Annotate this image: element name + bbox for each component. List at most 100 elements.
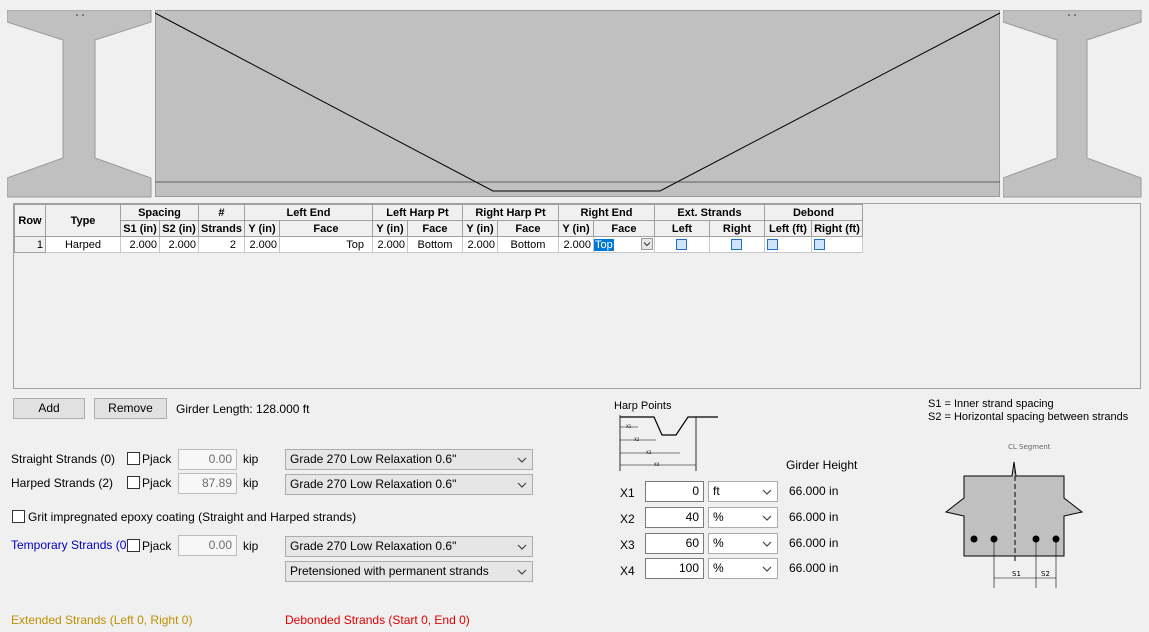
col-debond-left: Left (ft)	[763, 220, 812, 237]
col-right-harp-face: Face	[496, 220, 559, 237]
x4-girder-height: 66.000 in	[789, 561, 839, 575]
grit-epoxy-label: Grit impregnated epoxy coating (Straight…	[28, 510, 357, 524]
straight-strands-label: Straight Strands (0)	[11, 452, 116, 466]
x1-unit-select[interactable]: ft	[708, 481, 778, 502]
col-right-end: Right End	[557, 204, 655, 221]
cell-right-end-y[interactable]: 2.000	[557, 236, 594, 253]
harped-pjack-checkbox[interactable]	[127, 476, 140, 489]
col-type: Type	[45, 204, 121, 237]
col-left-harp-y: Y (in)	[371, 220, 408, 237]
strand-grid[interactable]: Row Type Spacing # Left End Left Harp Pt…	[13, 203, 1141, 389]
chevron-down-icon	[516, 537, 528, 556]
chevron-down-icon	[761, 559, 773, 578]
harped-pjack-input[interactable]: 87.89	[178, 473, 237, 494]
temporary-strands-label: Temporary Strands (0)	[11, 538, 131, 552]
harped-grade-select[interactable]: Grade 270 Low Relaxation 0.6"	[285, 474, 533, 495]
s2-dim-label: S2	[1041, 570, 1050, 578]
straight-pjack-checkbox[interactable]	[127, 452, 140, 465]
girder-elevation-view	[155, 10, 1001, 198]
x3-label: X3	[620, 538, 635, 552]
x2-input[interactable]: 40	[645, 507, 704, 528]
harped-strands-label: Harped Strands (2)	[11, 476, 114, 490]
cell-left-harp-y[interactable]: 2.000	[371, 236, 408, 253]
col-right-end-y: Y (in)	[557, 220, 594, 237]
x1-input[interactable]: 0	[645, 481, 704, 502]
temporary-type-value: Pretensioned with permanent strands	[290, 564, 489, 578]
cell-debond-right[interactable]	[810, 236, 863, 253]
col-left-harp: Left Harp Pt	[371, 204, 463, 221]
straight-grade-value: Grade 270 Low Relaxation 0.6"	[290, 452, 457, 466]
straight-unit: kip	[243, 452, 259, 466]
cell-left-harp-face[interactable]: Bottom	[406, 236, 463, 253]
grit-epoxy-checkbox[interactable]	[12, 510, 25, 523]
girder-length: Girder Length: 128.000 ft	[176, 402, 310, 416]
cell-left-end-face[interactable]: Top	[278, 236, 373, 253]
cell-s1[interactable]: 2.000	[120, 236, 160, 253]
row-number[interactable]: 1	[14, 236, 46, 253]
strand-spacing-sketch: CL Segment S1 S2	[940, 440, 1090, 590]
cell-right-end-face[interactable]: Top	[592, 236, 655, 253]
x2-girder-height: 66.000 in	[789, 510, 839, 524]
sketch-x3-label: X3	[646, 450, 652, 455]
cell-debond-left[interactable]	[763, 236, 812, 253]
ext-right-checkbox[interactable]	[731, 239, 743, 251]
debonded-strands-status: Debonded Strands (Start 0, End 0)	[285, 613, 470, 627]
sketch-x1-label: X1	[626, 424, 632, 429]
x3-unit-select[interactable]: %	[708, 533, 778, 554]
chevron-down-icon	[761, 508, 773, 527]
harped-grade-value: Grade 270 Low Relaxation 0.6"	[290, 477, 457, 491]
temporary-unit: kip	[243, 539, 259, 553]
debond-left-checkbox[interactable]	[766, 239, 778, 251]
x2-unit-select[interactable]: %	[708, 507, 778, 528]
col-debond: Debond	[763, 204, 863, 221]
right-section-view	[1003, 10, 1143, 198]
cell-ext-left[interactable]	[653, 236, 710, 253]
x4-input[interactable]: 100	[645, 558, 704, 579]
temporary-pjack-label: Pjack	[142, 539, 172, 553]
debond-right-checkbox[interactable]	[813, 239, 825, 251]
straight-pjack-input[interactable]: 0.00	[178, 449, 237, 470]
right-end-face-selection[interactable]: Top	[593, 238, 614, 251]
col-s2: S2 (in)	[159, 220, 199, 237]
chevron-down-icon	[761, 534, 773, 553]
temporary-grade-value: Grade 270 Low Relaxation 0.6"	[290, 539, 457, 553]
cell-left-end-y[interactable]: 2.000	[243, 236, 280, 253]
sketch-x4-label: X4	[654, 462, 660, 467]
cell-s2[interactable]: 2.000	[159, 236, 199, 253]
cell-right-harp-y[interactable]: 2.000	[461, 236, 498, 253]
col-ext-strands: Ext. Strands	[653, 204, 765, 221]
straight-grade-select[interactable]: Grade 270 Low Relaxation 0.6"	[285, 449, 533, 470]
cl-segment-label: CL Segment	[1008, 443, 1051, 451]
table-row[interactable]: 1 Harped 2.000 2.000 2 2.000 Top 2.000 B…	[14, 236, 863, 253]
legend-s1: S1 = Inner strand spacing	[928, 398, 1054, 410]
harped-unit: kip	[243, 476, 259, 490]
cell-right-harp-face[interactable]: Bottom	[496, 236, 559, 253]
ext-left-checkbox[interactable]	[676, 239, 688, 251]
x3-unit-value: %	[713, 536, 724, 550]
add-button[interactable]: Add	[13, 398, 85, 419]
temporary-pjack-input[interactable]: 0.00	[178, 535, 237, 556]
x4-label: X4	[620, 564, 635, 578]
x1-label: X1	[620, 486, 635, 500]
cell-ext-right[interactable]	[708, 236, 765, 253]
left-section-view	[7, 10, 153, 198]
legend-s2: S2 = Horizontal spacing between strands	[928, 411, 1129, 423]
temporary-pjack-checkbox[interactable]	[127, 539, 140, 552]
remove-button[interactable]: Remove	[94, 398, 167, 419]
sketch-x2-label: X2	[634, 437, 640, 442]
col-debond-right: Right (ft)	[810, 220, 863, 237]
harp-points-title: Harp Points	[614, 400, 672, 412]
temporary-grade-select[interactable]: Grade 270 Low Relaxation 0.6"	[285, 536, 533, 557]
cell-type[interactable]: Harped	[45, 236, 121, 253]
temporary-type-select[interactable]: Pretensioned with permanent strands	[285, 561, 533, 582]
x3-input[interactable]: 60	[645, 533, 704, 554]
x3-girder-height: 66.000 in	[789, 536, 839, 550]
x4-unit-select[interactable]: %	[708, 558, 778, 579]
chevron-down-icon	[516, 475, 528, 494]
chevron-down-icon	[761, 482, 773, 501]
x2-unit-value: %	[713, 510, 724, 524]
col-spacing: Spacing	[120, 204, 199, 221]
col-right-end-face: Face	[592, 220, 655, 237]
cell-strands[interactable]: 2	[198, 236, 245, 253]
chevron-down-icon[interactable]	[640, 238, 653, 250]
